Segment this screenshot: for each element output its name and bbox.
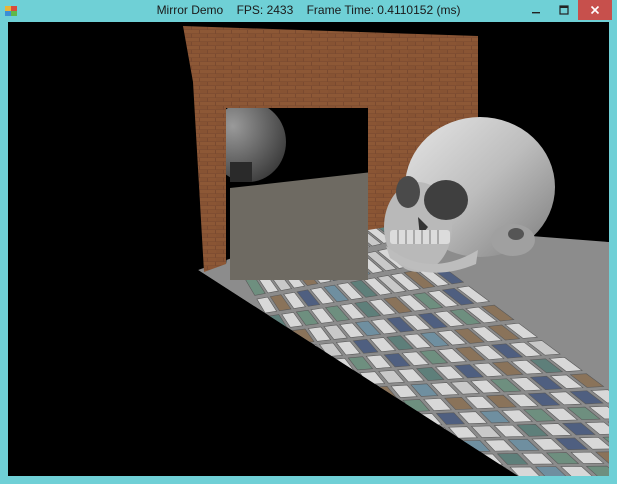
- floor-tile: [458, 467, 490, 476]
- maximize-button[interactable]: [550, 0, 578, 20]
- floor-tile: [379, 428, 408, 441]
- floor-tile: [412, 441, 442, 453]
- minimize-icon: [532, 12, 540, 14]
- render-viewport[interactable]: [8, 22, 609, 476]
- floor-tile: [382, 468, 411, 476]
- floor-tile: [349, 455, 377, 467]
- floor-tile: [447, 454, 478, 466]
- title-bar[interactable]: Mirror Demo FPS: 2433 Frame Time: 0.4110…: [0, 0, 617, 22]
- floor-tile: [373, 455, 402, 467]
- floor-tile: [398, 454, 428, 467]
- floor-tile: [432, 467, 464, 476]
- app-window: Mirror Demo FPS: 2433 Frame Time: 0.4110…: [0, 0, 617, 484]
- floor-tile: [357, 429, 384, 441]
- floor-tile: [339, 402, 366, 415]
- floor-tile: [436, 440, 467, 453]
- floor-tile: [407, 467, 437, 476]
- scene-canvas: [183, 26, 609, 476]
- floor-tile: [326, 416, 352, 429]
- floor-tile: [294, 361, 317, 375]
- floor-tile: [285, 346, 308, 361]
- floor-tile: [310, 389, 335, 403]
- minimize-button[interactable]: [522, 0, 550, 20]
- floor-tile: [348, 416, 375, 428]
- floor-tile: [334, 430, 361, 442]
- floor-tile: [311, 359, 336, 374]
- floor-tile: [321, 374, 346, 388]
- close-icon: [590, 5, 600, 15]
- floor-tile: [276, 330, 298, 346]
- floor-tile: [302, 375, 326, 389]
- floor-tile: [422, 454, 453, 466]
- floor-tile: [365, 442, 393, 454]
- floor-tile: [392, 414, 420, 427]
- floor-tile: [389, 441, 418, 454]
- close-button[interactable]: [578, 0, 612, 20]
- floor-tile: [356, 468, 385, 476]
- floor-tile: [402, 427, 431, 440]
- floor-tile: [341, 443, 369, 455]
- floor-tile: [318, 403, 344, 416]
- floor-tile: [370, 415, 398, 428]
- maximize-icon: [559, 5, 569, 15]
- floor-tile: [350, 387, 377, 401]
- floor-tile: [330, 388, 356, 402]
- floor-tile: [360, 401, 387, 414]
